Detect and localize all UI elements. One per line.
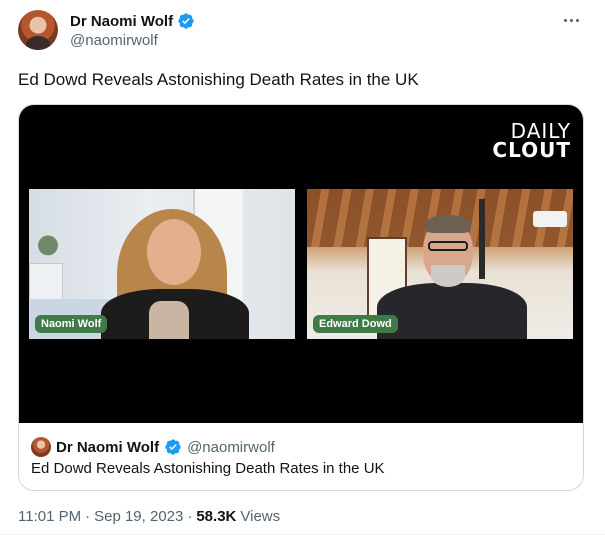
- speaker-body: [377, 283, 527, 339]
- speaker-nametag-left: Naomi Wolf: [35, 315, 108, 333]
- tweet-text: Ed Dowd Reveals Astonishing Death Rates …: [18, 70, 419, 89]
- video-pane-left: Naomi Wolf: [29, 189, 295, 339]
- avatar-shoulders: [26, 36, 50, 50]
- author-name-row: Dr Naomi Wolf: [70, 12, 195, 30]
- verified-badge-icon: [165, 439, 181, 455]
- speaker-nametag-right: Edward Dowd: [313, 315, 398, 333]
- author-handle[interactable]: @naomirwolf: [70, 32, 158, 49]
- speaker-glasses: [428, 241, 468, 251]
- dot: [569, 18, 573, 22]
- video-player[interactable]: DAILY CLOUT Naomi Wolf Edward Dowd: [19, 105, 583, 423]
- views-label[interactable]: Views: [240, 508, 280, 525]
- tweet: Dr Naomi Wolf @naomirwolf Ed Dowd Reveal…: [0, 0, 605, 536]
- quoted-tweet-card[interactable]: DAILY CLOUT Naomi Wolf Edward Dowd Dr Na…: [18, 104, 584, 491]
- plant-image: [35, 225, 61, 259]
- brand-line2: CLOUT: [492, 138, 571, 162]
- divider: [0, 534, 605, 535]
- daily-clout-logo: DAILY CLOUT: [492, 121, 571, 162]
- meta-separator: ·: [85, 508, 91, 525]
- author-display-name[interactable]: Dr Naomi Wolf: [70, 13, 173, 30]
- dot: [563, 18, 567, 22]
- tweet-meta: 11:01 PM · Sep 19, 2023 · 58.3K Views: [18, 508, 280, 525]
- quoted-tweet-text: Ed Dowd Reveals Astonishing Death Rates …: [31, 460, 385, 477]
- speaker-top: [149, 301, 189, 339]
- video-pane-right: Edward Dowd: [307, 189, 573, 339]
- author-avatar[interactable]: [18, 10, 58, 50]
- more-dots-icon[interactable]: [561, 10, 581, 30]
- dot: [575, 18, 579, 22]
- meta-separator: ·: [187, 508, 193, 525]
- speaker-beard: [431, 265, 465, 287]
- verified-badge-icon: [178, 13, 194, 29]
- lamp-image: [479, 199, 485, 279]
- quoted-author-row: Dr Naomi Wolf @naomirwolf: [31, 437, 275, 457]
- speaker-hair: [425, 215, 471, 233]
- ac-unit-image: [533, 211, 567, 227]
- views-count[interactable]: 58.3K: [196, 508, 236, 525]
- quoted-author-handle: @naomirwolf: [187, 438, 275, 456]
- quoted-author-avatar: [31, 437, 51, 457]
- quoted-author-name: Dr Naomi Wolf: [56, 438, 160, 456]
- speaker-face: [147, 219, 201, 285]
- tweet-time[interactable]: 11:01 PM: [18, 508, 81, 525]
- tweet-date[interactable]: Sep 19, 2023: [94, 508, 183, 525]
